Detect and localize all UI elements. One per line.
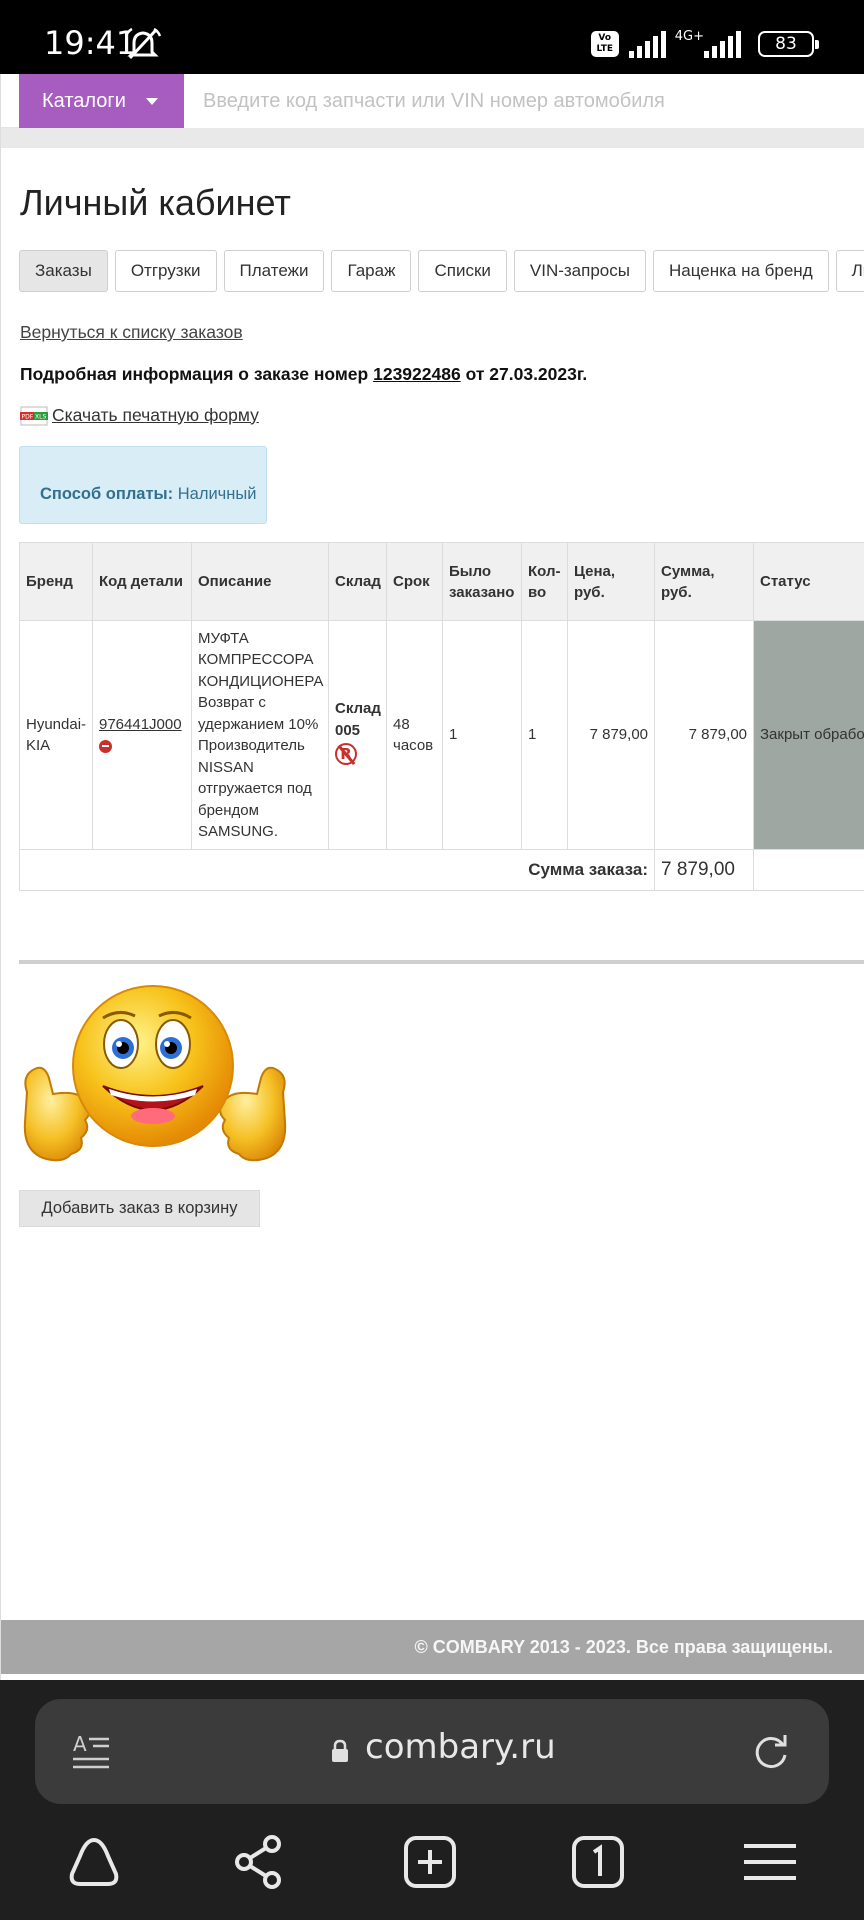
tab-orders[interactable]: Заказы bbox=[19, 250, 108, 292]
col-qty: Кол-во bbox=[521, 542, 568, 621]
tab-shipments[interactable]: Отгрузки bbox=[114, 250, 217, 292]
total-empty-cell bbox=[753, 849, 864, 891]
col-description: Описание bbox=[191, 542, 329, 621]
share-icon[interactable] bbox=[230, 1832, 290, 1892]
home-icon[interactable] bbox=[64, 1832, 124, 1892]
battery-level: 83 bbox=[775, 34, 797, 54]
svg-text:PDF: PDF bbox=[22, 414, 34, 421]
url-text[interactable]: combary.ru bbox=[365, 1727, 556, 1767]
total-label: Сумма заказа: bbox=[19, 849, 655, 891]
cell-description: МУФТА КОМПРЕССОРА КОНДИЦИОНЕРА Возврат с… bbox=[191, 620, 329, 850]
total-value: 7 879,00 bbox=[654, 849, 754, 891]
cell-warehouse: Склад 005 R bbox=[328, 620, 387, 850]
thumbs-up-smiley-image bbox=[23, 985, 287, 1162]
warehouse-label: Склад 005 bbox=[335, 700, 381, 739]
status-icons: Vo LTE 4G+ 83 bbox=[590, 28, 819, 60]
battery-icon: 83 bbox=[758, 31, 819, 57]
table-total-row: Сумма заказа: 7 879,00 bbox=[19, 849, 864, 891]
tab-brand-markup[interactable]: Наценка на бренд bbox=[652, 250, 829, 292]
no-return-icon: R bbox=[335, 743, 357, 766]
browser-nav-bar bbox=[0, 1832, 864, 1912]
download-print-form[interactable]: PDF XLS Скачать печатную форму bbox=[20, 404, 259, 426]
tab-vin-requests[interactable]: VIN-запросы bbox=[513, 250, 646, 292]
no-entry-icon bbox=[99, 739, 112, 753]
cell-ordered: 1 bbox=[442, 620, 522, 850]
col-warehouse: Склад bbox=[328, 542, 387, 621]
signal-icon bbox=[628, 31, 666, 58]
order-items-table: Бренд Код детали Описание Склад Срок Был… bbox=[19, 542, 864, 891]
col-brand: Бренд bbox=[19, 542, 93, 621]
bell-muted-icon bbox=[124, 28, 162, 60]
cell-price: 7 879,00 bbox=[567, 620, 655, 850]
new-tab-icon[interactable] bbox=[400, 1832, 460, 1892]
chevron-down-icon bbox=[145, 97, 158, 105]
col-price: Цена, руб. bbox=[567, 542, 655, 621]
header-divider bbox=[1, 128, 864, 148]
network-type: 4G+ bbox=[674, 28, 704, 44]
order-info: Подробная информация о заказе номер 1239… bbox=[20, 364, 587, 385]
menu-icon[interactable] bbox=[740, 1832, 800, 1892]
order-table-wrapper: Бренд Код детали Описание Склад Срок Был… bbox=[19, 542, 864, 891]
cell-brand: Hyundai-KIA bbox=[19, 620, 93, 850]
reload-icon[interactable] bbox=[751, 1731, 791, 1771]
part-code-link[interactable]: 976441J000 bbox=[99, 716, 182, 733]
col-sum: Сумма, руб. bbox=[654, 542, 754, 621]
volte-icon: Vo LTE bbox=[590, 31, 619, 57]
page-title: Личный кабинет bbox=[20, 182, 291, 223]
back-to-orders-link[interactable]: Вернуться к списку заказов bbox=[20, 322, 243, 343]
tab-lists[interactable]: Списки bbox=[418, 250, 507, 292]
browser-chrome: A combary.ru bbox=[0, 1680, 864, 1920]
search-input[interactable] bbox=[184, 74, 864, 128]
reader-mode-icon[interactable]: A bbox=[73, 1731, 111, 1771]
cell-term: 48 часов bbox=[386, 620, 443, 850]
table-row: Hyundai-KIA 976441J000 МУФТА КОМПРЕССОРА… bbox=[19, 620, 864, 850]
download-label: Скачать печатную форму bbox=[52, 404, 259, 425]
footer: © COMBARY 2013 - 2023. Все права защищен… bbox=[1, 1620, 864, 1674]
cell-part-code: 976441J000 bbox=[92, 620, 192, 850]
order-number-link[interactable]: 123922486 bbox=[373, 364, 461, 384]
cell-sum: 7 879,00 bbox=[654, 620, 754, 850]
web-page: Каталоги Личный кабинет Заказы Отгрузки … bbox=[0, 74, 864, 1680]
col-part-code: Код детали bbox=[92, 542, 192, 621]
payment-method-box: Способ оплаты: Наличный bbox=[19, 446, 267, 524]
svg-text:A: A bbox=[73, 1732, 87, 1756]
lock-icon bbox=[332, 1739, 348, 1762]
col-term: Срок bbox=[386, 542, 443, 621]
payment-label: Способ оплаты: bbox=[40, 485, 174, 503]
signal-icon-2 bbox=[704, 31, 741, 58]
add-to-cart-button[interactable]: Добавить заказ в корзину bbox=[19, 1190, 260, 1227]
tabs-count-icon[interactable] bbox=[568, 1832, 628, 1892]
svg-text:XLS: XLS bbox=[35, 414, 46, 421]
payment-value: Наличный bbox=[177, 485, 257, 503]
clock: 19:41 bbox=[44, 24, 137, 62]
tab-garage[interactable]: Гараж bbox=[331, 250, 412, 292]
table-header-row: Бренд Код детали Описание Склад Срок Был… bbox=[19, 542, 864, 621]
address-bar[interactable]: A combary.ru bbox=[35, 1699, 829, 1804]
cell-status: Закрыт обрабо bbox=[753, 620, 864, 850]
tab-payments[interactable]: Платежи bbox=[223, 250, 325, 292]
tab-personal[interactable]: Лич bbox=[835, 250, 864, 292]
order-date: от 27.03.2023г. bbox=[465, 364, 588, 384]
top-bar: Каталоги bbox=[1, 74, 864, 128]
catalog-label: Каталоги bbox=[42, 89, 126, 112]
status-bar: 19:41 Vo LTE 4G+ 83 bbox=[0, 0, 864, 74]
order-info-prefix: Подробная информация о заказе номер bbox=[20, 364, 369, 384]
cell-qty: 1 bbox=[521, 620, 568, 850]
table-bottom-border bbox=[19, 960, 864, 964]
account-tabs: Заказы Отгрузки Платежи Гараж Списки VIN… bbox=[19, 250, 864, 292]
col-ordered: Было заказано bbox=[442, 542, 522, 621]
col-status: Статус bbox=[753, 542, 864, 621]
pdf-xls-icon: PDF XLS bbox=[20, 406, 48, 426]
catalog-dropdown-button[interactable]: Каталоги bbox=[19, 74, 184, 128]
